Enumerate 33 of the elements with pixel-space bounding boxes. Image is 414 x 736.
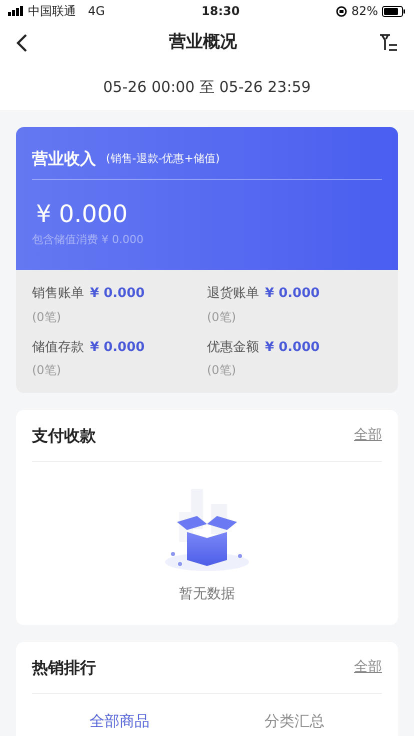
- filter-icon[interactable]: [378, 33, 398, 53]
- section-title: 热销排行: [32, 656, 96, 678]
- stat-count: (0笔): [32, 308, 61, 326]
- rotation-lock-icon: [336, 6, 348, 16]
- battery-percent: 82%: [351, 3, 378, 20]
- view-all-link[interactable]: 全部: [354, 657, 382, 678]
- empty-state-text: 暂无数据: [179, 585, 235, 604]
- battery-icon: [382, 6, 406, 16]
- signal-icon: [8, 6, 24, 16]
- ranking-tab[interactable]: 分类汇总: [260, 704, 328, 736]
- stat-label: 优惠金额: [207, 338, 259, 356]
- stat-amount: ¥ 0.000: [90, 285, 145, 303]
- stat-amount: ¥ 0.000: [265, 338, 320, 356]
- section-title: 支付收款: [32, 424, 96, 446]
- network-type: 4G: [88, 3, 105, 20]
- page-title: 营业概况: [169, 31, 237, 54]
- stat-label: 销售账单: [32, 285, 84, 303]
- stored-value-note: 包含储值消费 ¥ 0.000: [32, 232, 144, 248]
- stat-label: 储值存款: [32, 338, 84, 356]
- stat-count: (0笔): [207, 362, 236, 379]
- revenue-formula: (销售-退款-优惠+储值): [106, 150, 220, 167]
- view-all-link[interactable]: 全部: [354, 425, 382, 446]
- stat-amount: ¥ 0.000: [265, 285, 320, 303]
- stat-amount: ¥ 0.000: [90, 338, 145, 356]
- clock: 18:30: [202, 3, 240, 20]
- stat-label: 退货账单: [207, 285, 259, 303]
- revenue-amount: ¥ 0.000: [36, 199, 128, 230]
- stat-count: (0笔): [207, 308, 236, 326]
- stat-count: (0笔): [32, 362, 61, 379]
- ranking-tab[interactable]: 全部商品: [86, 704, 154, 736]
- carrier-name: 中国联通: [28, 3, 76, 20]
- back-icon[interactable]: [16, 33, 28, 53]
- revenue-title: 营业收入: [32, 148, 96, 170]
